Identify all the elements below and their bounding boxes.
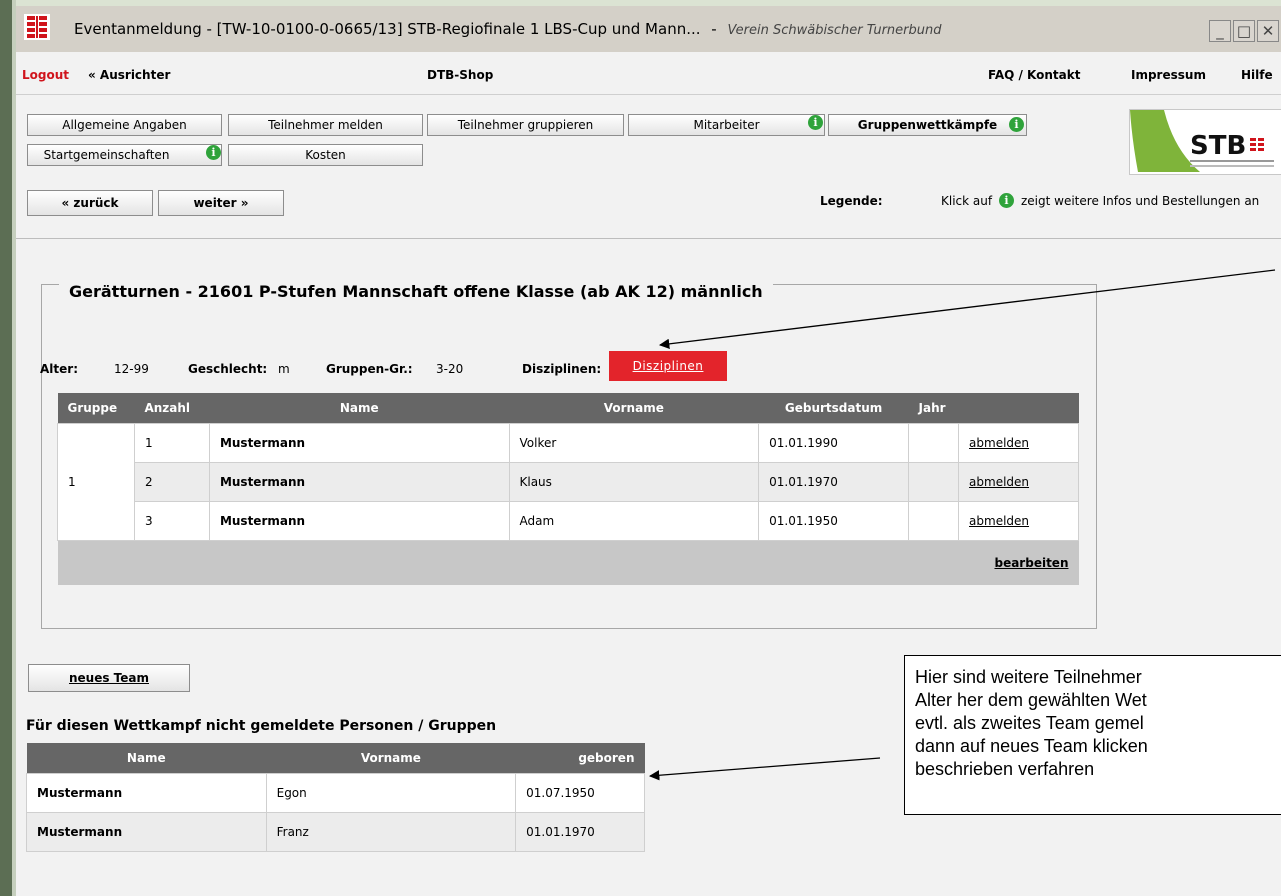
arrow-to-unregistered (648, 757, 881, 781)
annotation-layer: Hier sind weitere Teilnehmer Alter her d… (0, 0, 1281, 896)
arrow-to-disziplinen (658, 269, 1276, 350)
annotation-arrows (648, 269, 1276, 781)
